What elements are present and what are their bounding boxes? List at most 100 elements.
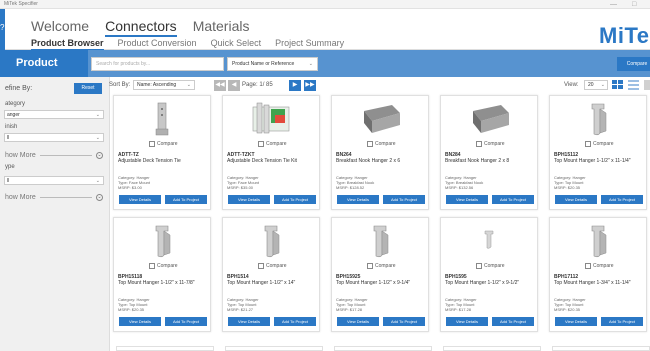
compare-checkbox[interactable]: Compare: [476, 141, 505, 147]
product-card[interactable]: Compare ADTT-TZKT Adjustable Deck Tension …: [222, 95, 320, 210]
reset-button[interactable]: Reset: [74, 83, 102, 94]
grid-view-icon[interactable]: [612, 80, 624, 90]
view-count-value: 20: [588, 82, 594, 88]
compare-checkbox[interactable]: Compare: [149, 141, 178, 147]
product-card-partial: [443, 346, 541, 351]
title-bar: MiTek Specifier — □: [0, 0, 650, 9]
product-card-partial: [334, 346, 432, 351]
compare-checkbox[interactable]: Compare: [476, 263, 505, 269]
checkbox-icon: [367, 141, 373, 147]
add-to-project-button[interactable]: Add To Project: [383, 195, 425, 204]
show-more-toggle[interactable]: how More ⌄: [5, 194, 103, 201]
product-name: Adjustable Deck Tension Tie: [118, 158, 181, 164]
next-page-button[interactable]: ▶: [289, 80, 301, 91]
tab-welcome[interactable]: Welcome: [31, 18, 89, 37]
product-card[interactable]: Compare BPH1514 Top Mount Hanger 1-1/2" x …: [222, 217, 320, 332]
main-tabs: Welcome Connectors Materials: [31, 18, 249, 37]
product-image: [570, 101, 626, 138]
view-details-button[interactable]: View Details: [228, 195, 270, 204]
show-more-label: how More: [5, 194, 36, 201]
compare-checkbox[interactable]: Compare: [149, 263, 178, 269]
product-card[interactable]: Compare BN284 Breakfast Nook Hanger 2 x 8C…: [440, 95, 538, 210]
view-details-button[interactable]: View Details: [446, 195, 488, 204]
add-to-project-button[interactable]: Add To Project: [492, 317, 534, 326]
compare-checkbox[interactable]: Compare: [367, 141, 396, 147]
product-name: Top Mount Hanger 1-1/2" x 9-1/4": [336, 280, 411, 286]
mitek-logo: MiTek: [599, 23, 650, 48]
product-card[interactable]: Compare BPH15112 Top Mount Hanger 1-1/2" x…: [549, 95, 647, 210]
product-card[interactable]: Compare BN264 Breakfast Nook Hanger 2 x 6C…: [331, 95, 429, 210]
sort-select[interactable]: Name: Ascending ⌄: [133, 80, 195, 90]
product-card[interactable]: Compare BPH15118 Top Mount Hanger 1-1/2" x…: [113, 217, 211, 332]
compare-label: Compare: [484, 141, 505, 147]
view-count-select[interactable]: 20 ⌄: [584, 80, 608, 90]
compare-label: Compare: [593, 263, 614, 269]
checkbox-icon: [476, 263, 482, 269]
category-select[interactable]: anger ⌄: [4, 110, 104, 119]
compare-checkbox[interactable]: Compare: [258, 141, 287, 147]
add-to-project-button[interactable]: Add To Project: [274, 317, 316, 326]
product-msrp: MSRP: $17.28: [445, 307, 472, 312]
product-card[interactable]: Compare BPH15925 Top Mount Hanger 1-1/2" x…: [331, 217, 429, 332]
last-page-button[interactable]: ▶▶: [304, 80, 316, 91]
search-type-select[interactable]: Product Name or Reference ⌄: [227, 57, 318, 71]
add-to-project-button[interactable]: Add To Project: [601, 317, 643, 326]
product-card[interactable]: Compare ADTT-TZ Adjustable Deck Tension Ti…: [113, 95, 211, 210]
view-details-button[interactable]: View Details: [228, 317, 270, 326]
add-to-project-button[interactable]: Add To Project: [492, 195, 534, 204]
product-msrp: MSRP: $20.35: [554, 185, 581, 190]
add-to-project-button[interactable]: Add To Project: [601, 195, 643, 204]
view-details-button[interactable]: View Details: [337, 195, 379, 204]
view-details-button[interactable]: View Details: [337, 317, 379, 326]
table-view-icon[interactable]: [644, 80, 650, 90]
product-card[interactable]: Compare BPH17112 Top Mount Hanger 1-3/4" x…: [549, 217, 647, 332]
checkbox-icon: [149, 263, 155, 269]
product-image: [243, 223, 299, 260]
search-input[interactable]: Search for products by...: [91, 57, 224, 71]
view-details-button[interactable]: View Details: [555, 195, 597, 204]
product-image: [352, 101, 408, 138]
first-page-button[interactable]: ◀◀: [214, 80, 226, 91]
view-details-button[interactable]: View Details: [555, 317, 597, 326]
type-value: ll: [7, 178, 10, 184]
sort-label: Sort By:: [109, 82, 131, 88]
add-to-project-button[interactable]: Add To Project: [165, 195, 207, 204]
compare-checkbox[interactable]: Compare: [367, 263, 396, 269]
type-select[interactable]: ll ⌄: [4, 176, 104, 185]
product-name: Top Mount Hanger 1-3/4" x 11-1/4": [554, 280, 631, 286]
product-grid: Compare ADTT-TZ Adjustable Deck Tension Ti…: [113, 95, 650, 351]
product-card[interactable]: Compare BPH1595 Top Mount Hanger 1-1/2" x …: [440, 217, 538, 332]
chevron-down-icon: ⌄: [95, 112, 100, 118]
minimize-button[interactable]: —: [610, 0, 617, 9]
compare-label: Compare: [266, 141, 287, 147]
help-strip[interactable]: ?: [0, 9, 5, 50]
chevron-down-icon: ⌄: [95, 178, 100, 184]
compare-checkbox[interactable]: Compare: [258, 263, 287, 269]
list-view-icon[interactable]: [628, 80, 640, 90]
view-details-button[interactable]: View Details: [119, 317, 161, 326]
compare-checkbox[interactable]: Compare: [585, 141, 614, 147]
chevron-down-icon: ⌄: [600, 82, 605, 88]
maximize-button[interactable]: □: [632, 0, 636, 9]
add-to-project-button[interactable]: Add To Project: [383, 317, 425, 326]
finish-select[interactable]: ll ⌄: [4, 133, 104, 142]
compare-checkbox[interactable]: Compare: [585, 263, 614, 269]
add-to-project-button[interactable]: Add To Project: [165, 317, 207, 326]
view-details-button[interactable]: View Details: [446, 317, 488, 326]
tab-connectors[interactable]: Connectors: [105, 18, 177, 37]
compare-button[interactable]: Compare: [617, 57, 650, 71]
page-label: Page:: [242, 82, 258, 88]
chevron-down-icon: ⌄: [186, 82, 191, 88]
product-msrp: MSRP: $35.00: [227, 185, 254, 190]
prev-page-button[interactable]: ◀: [228, 80, 240, 91]
product-name: Breakfast Nook Hanger 2 x 8: [445, 158, 510, 164]
page-title: Product Browser: [0, 50, 88, 96]
view-details-button[interactable]: View Details: [119, 195, 161, 204]
product-msrp: MSRP: $21.27: [227, 307, 254, 312]
add-to-project-button[interactable]: Add To Project: [274, 195, 316, 204]
product-msrp: MSRP: $20.35: [118, 307, 145, 312]
product-image: [461, 223, 517, 260]
show-more-toggle[interactable]: how More ⌄: [5, 152, 103, 159]
tab-materials[interactable]: Materials: [193, 18, 250, 37]
product-image: [134, 223, 190, 260]
